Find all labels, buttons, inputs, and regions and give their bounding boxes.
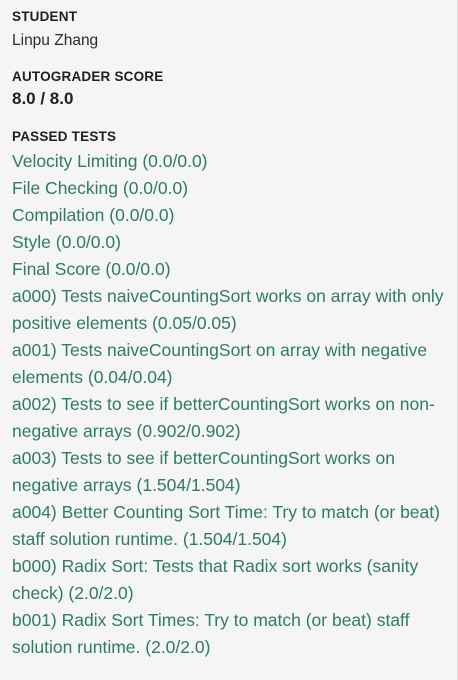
- passed-test-item: a001) Tests naiveCountingSort on array w…: [12, 340, 428, 387]
- autograder-score-value: 8.0 / 8.0: [12, 89, 74, 108]
- passed-test-item: a003) Tests to see if betterCountingSort…: [12, 448, 395, 495]
- passed-test-item: b000) Radix Sort: Tests that Radix sort …: [12, 556, 419, 603]
- passed-test-item: a002) Tests to see if betterCountingSort…: [12, 394, 435, 441]
- passed-tests-list: Velocity Limiting (0.0/0.0) File Checkin…: [12, 148, 445, 661]
- passed-test-item: Velocity Limiting (0.0/0.0): [12, 151, 208, 171]
- passed-tests-label: PASSED TESTS: [12, 129, 117, 144]
- passed-test-item: Final Score (0.0/0.0): [12, 259, 171, 279]
- student-name: Linpu Zhang: [12, 32, 99, 49]
- passed-test-item: Compilation (0.0/0.0): [12, 205, 175, 225]
- autograder-score-section: AUTOGRADER SCORE 8.0 / 8.0: [12, 68, 445, 110]
- passed-test-item: File Checking (0.0/0.0): [12, 178, 189, 198]
- passed-test-item: b001) Radix Sort Times: Try to match (or…: [12, 610, 410, 657]
- passed-test-item: a004) Better Counting Sort Time: Try to …: [12, 502, 440, 549]
- passed-test-item: Style (0.0/0.0): [12, 232, 121, 252]
- passed-tests-section: PASSED TESTS Velocity Limiting (0.0/0.0)…: [12, 128, 445, 661]
- passed-test-item: a000) Tests naiveCountingSort works on a…: [12, 286, 444, 333]
- student-label: STUDENT: [12, 9, 78, 24]
- autograder-score-label: AUTOGRADER SCORE: [12, 69, 164, 84]
- autograder-results-panel: STUDENT Linpu Zhang AUTOGRADER SCORE 8.0…: [0, 0, 458, 680]
- student-section: STUDENT Linpu Zhang: [12, 8, 445, 52]
